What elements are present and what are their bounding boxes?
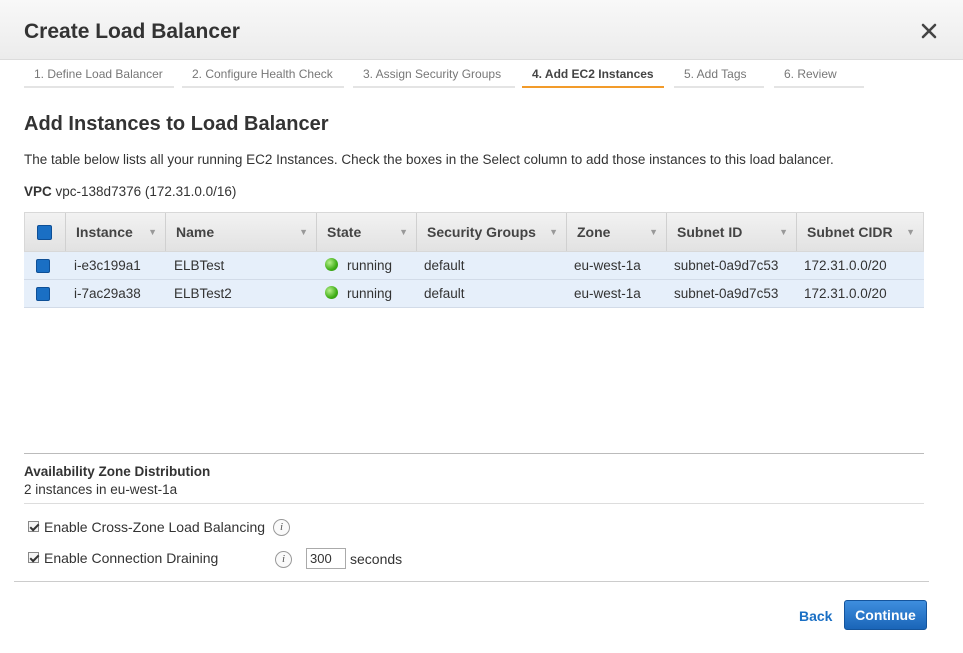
sort-caret-icon[interactable]: ▼: [779, 213, 788, 251]
back-button[interactable]: Back: [799, 608, 832, 624]
draining-timeout-input[interactable]: [306, 548, 346, 569]
table-row[interactable]: i-e3c199a1 ELBTest running default eu-we…: [24, 252, 924, 280]
sort-caret-icon[interactable]: ▼: [399, 213, 408, 251]
state-text: running: [347, 258, 393, 273]
column-header-subnet-id[interactable]: Subnet ID ▼: [666, 213, 796, 251]
connection-draining-option[interactable]: Enable Connection Draining: [28, 550, 218, 566]
sort-caret-icon[interactable]: ▼: [649, 213, 658, 251]
connection-draining-checkbox[interactable]: [28, 552, 39, 563]
cell-zone: eu-west-1a: [574, 286, 641, 301]
cross-zone-info-icon[interactable]: i: [273, 519, 290, 536]
close-icon[interactable]: [916, 18, 942, 44]
cell-state: running: [315, 280, 392, 307]
column-label: Subnet ID: [677, 224, 743, 240]
column-header-security-groups[interactable]: Security Groups ▼: [416, 213, 566, 251]
vpc-value: vpc-138d7376 (172.31.0.0/16): [55, 184, 237, 199]
dialog-title: Create Load Balancer: [24, 20, 240, 43]
column-label: Security Groups: [427, 224, 536, 240]
cell-subnet-cidr: 172.31.0.0/20: [804, 258, 887, 273]
footer-divider: [14, 581, 929, 582]
step-assign-security-groups[interactable]: 3. Assign Security Groups: [353, 62, 515, 88]
dialog-header: Create Load Balancer: [0, 0, 963, 60]
column-label: Zone: [577, 224, 611, 240]
column-header-zone[interactable]: Zone ▼: [566, 213, 666, 251]
cell-state: running: [315, 252, 392, 279]
availability-zone-title: Availability Zone Distribution: [24, 464, 211, 479]
column-header-instance[interactable]: Instance ▼: [65, 213, 165, 251]
cell-security-groups: default: [424, 286, 465, 301]
status-running-icon: [325, 258, 338, 271]
section-description: The table below lists all your running E…: [24, 152, 834, 167]
step-add-tags[interactable]: 5. Add Tags: [674, 62, 764, 88]
sort-caret-icon[interactable]: ▼: [549, 213, 558, 251]
vpc-label: VPC: [24, 184, 52, 199]
divider: [24, 503, 924, 504]
vpc-info: VPC vpc-138d7376 (172.31.0.0/16): [24, 184, 236, 199]
sort-caret-icon[interactable]: ▼: [148, 213, 157, 251]
cross-zone-option[interactable]: Enable Cross-Zone Load Balancing: [28, 519, 265, 535]
cell-subnet-id: subnet-0a9d7c53: [674, 286, 779, 301]
divider: [24, 453, 924, 454]
step-configure-health-check[interactable]: 2. Configure Health Check: [182, 62, 344, 88]
connection-draining-label: Enable Connection Draining: [44, 550, 219, 566]
column-label: Instance: [76, 224, 133, 240]
step-review[interactable]: 6. Review: [774, 62, 864, 88]
select-all-column: [25, 213, 65, 251]
column-label: Name: [176, 224, 215, 240]
section-title: Add Instances to Load Balancer: [24, 113, 329, 135]
column-label: Subnet CIDR: [807, 224, 893, 240]
instances-table: Instance ▼ Name ▼ State ▼ Security Groups ▼ …: [24, 212, 924, 308]
column-label: State: [327, 224, 362, 240]
cell-name: ELBTest2: [174, 286, 232, 301]
column-header-subnet-cidr[interactable]: Subnet CIDR ▼: [796, 213, 923, 251]
row-select-checkbox[interactable]: [36, 287, 50, 301]
cell-zone: eu-west-1a: [574, 258, 641, 273]
cell-subnet-id: subnet-0a9d7c53: [674, 258, 779, 273]
table-row[interactable]: i-7ac29a38 ELBTest2 running default eu-w…: [24, 280, 924, 308]
select-all-checkbox[interactable]: [37, 225, 52, 240]
step-add-ec2-instances[interactable]: 4. Add EC2 Instances: [522, 62, 664, 88]
sort-caret-icon[interactable]: ▼: [299, 213, 308, 251]
state-text: running: [347, 286, 393, 301]
cell-instance: i-7ac29a38: [74, 286, 141, 301]
row-select-checkbox[interactable]: [36, 259, 50, 273]
availability-zone-value: 2 instances in eu-west-1a: [24, 482, 178, 497]
status-running-icon: [325, 286, 338, 299]
cross-zone-checkbox[interactable]: [28, 521, 39, 532]
column-header-state[interactable]: State ▼: [316, 213, 416, 251]
cell-security-groups: default: [424, 258, 465, 273]
connection-draining-info-icon[interactable]: i: [275, 551, 292, 568]
table-header: Instance ▼ Name ▼ State ▼ Security Groups ▼ …: [24, 212, 924, 252]
sort-caret-icon[interactable]: ▼: [906, 213, 915, 251]
column-header-name[interactable]: Name ▼: [165, 213, 316, 251]
draining-unit-label: seconds: [350, 551, 403, 567]
cell-subnet-cidr: 172.31.0.0/20: [804, 286, 887, 301]
continue-button[interactable]: Continue: [844, 600, 927, 630]
cell-instance: i-e3c199a1: [74, 258, 141, 273]
cell-name: ELBTest: [174, 258, 225, 273]
cross-zone-label: Enable Cross-Zone Load Balancing: [44, 519, 266, 535]
step-define-load-balancer[interactable]: 1. Define Load Balancer: [24, 62, 174, 88]
